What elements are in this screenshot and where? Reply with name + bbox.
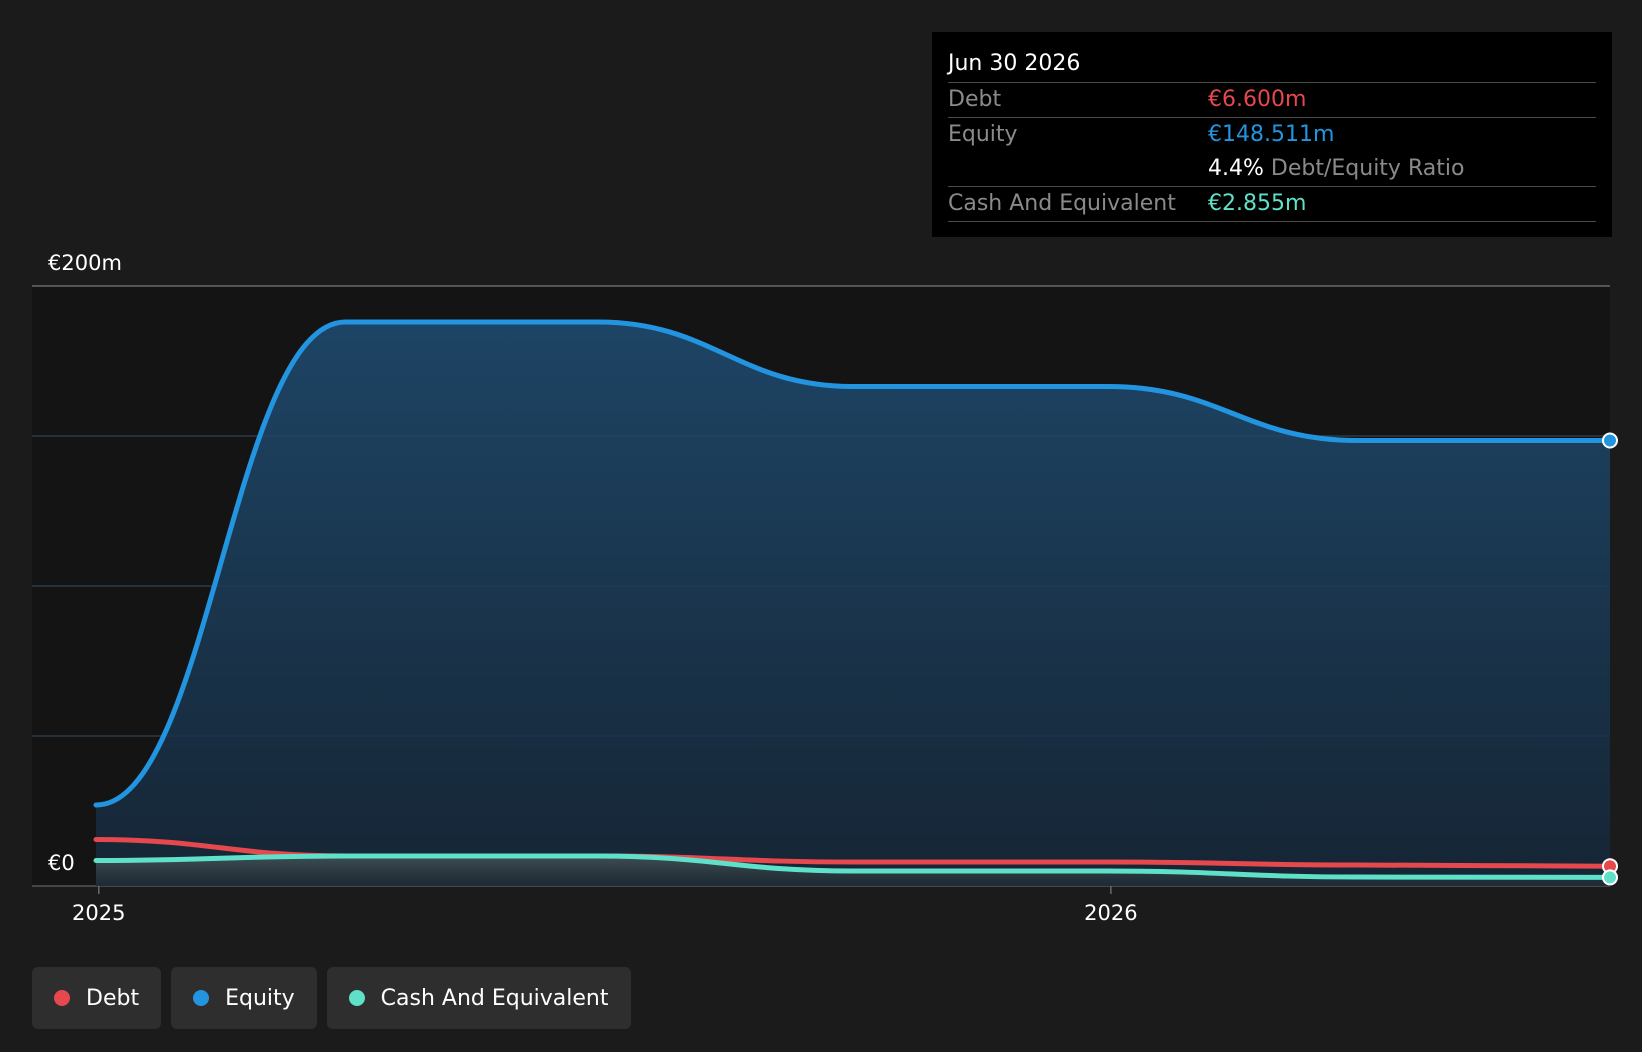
tooltip-row-cash: Cash And Equivalent €2.855m: [948, 187, 1596, 222]
legend-item-cash[interactable]: Cash And Equivalent: [326, 967, 631, 1029]
equity-endpoint: [1602, 432, 1618, 449]
tooltip-ratio-label: Debt/Equity Ratio: [1270, 156, 1465, 181]
equity-dot-icon: [193, 990, 210, 1006]
tooltip-ratio: 4.4% Debt/Equity Ratio: [1208, 152, 1464, 186]
tooltip-debt-value: €6.600m: [1208, 87, 1307, 112]
y-axis-max-label: €200m: [48, 251, 122, 275]
legend-cash-label: Cash And Equivalent: [380, 985, 609, 1011]
tooltip-ratio-value: 4.4%: [1208, 156, 1264, 181]
legend-debt-label: Debt: [86, 985, 140, 1011]
legend: Debt Equity Cash And Equivalent: [32, 967, 631, 1029]
tooltip-cash-value: €2.855m: [1208, 191, 1307, 216]
tooltip-row-debt: Debt €6.600m: [948, 83, 1596, 118]
x-tick-label: 2025: [72, 901, 125, 925]
tooltip-date: Jun 30 2026: [948, 46, 1596, 83]
tooltip-row-ratio: 4.4% Debt/Equity Ratio: [948, 152, 1596, 187]
tooltip-equity-value: €148.511m: [1208, 122, 1335, 147]
cash-dot-icon: [348, 990, 365, 1006]
legend-equity-label: Equity: [225, 985, 295, 1011]
legend-item-equity[interactable]: Equity: [171, 967, 317, 1029]
tooltip-equity-label: Equity: [948, 122, 1018, 147]
y-axis-zero-label: €0: [48, 851, 75, 875]
tooltip-row-equity: Equity €148.511m: [948, 118, 1596, 152]
tooltip-cash-label: Cash And Equivalent: [948, 191, 1176, 216]
cash-endpoint: [1602, 869, 1618, 886]
legend-item-debt[interactable]: Debt: [32, 967, 162, 1029]
tooltip-debt-label: Debt: [948, 87, 1002, 112]
x-tick-label: 2026: [1084, 901, 1137, 925]
tooltip: Jun 30 2026 Debt €6.600m Equity €148.511…: [932, 32, 1612, 237]
debt-dot-icon: [54, 990, 70, 1006]
